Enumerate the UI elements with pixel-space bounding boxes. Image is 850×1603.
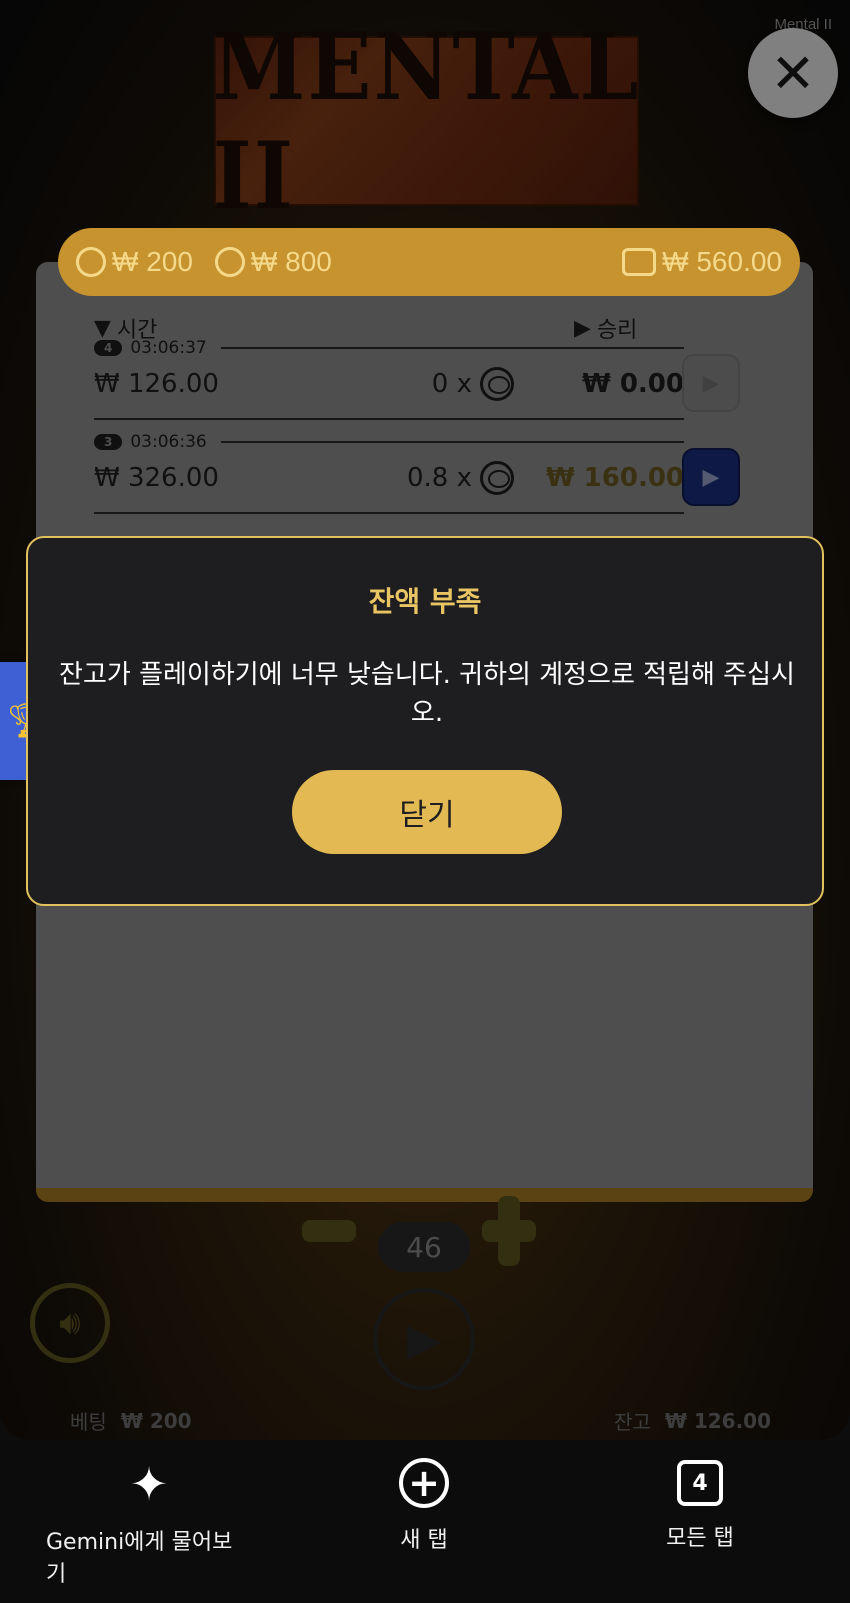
dialog-close-button[interactable]: 닫기 xyxy=(292,770,562,854)
bet-multiplier-group: 0.8 x xyxy=(394,461,514,495)
close-icon: ✕ xyxy=(770,41,816,105)
bet-value: ₩ 200 xyxy=(120,1408,192,1433)
sparkle-icon: ✦ xyxy=(129,1457,169,1511)
plus-circle-icon: + xyxy=(399,1458,449,1508)
play-icon: ▶ xyxy=(702,370,720,396)
new-tab-label: 새 탭 xyxy=(400,1528,448,1553)
round-badge: 4 xyxy=(94,340,123,356)
bet-multiplier: 0 x xyxy=(431,369,472,399)
replay-button[interactable]: ▶ xyxy=(682,354,740,412)
all-tabs-label: 모든 탭 xyxy=(666,1526,734,1551)
gemini-label: Gemini에게 물어보기 xyxy=(46,1530,233,1587)
tab-count-icon: 4 xyxy=(677,1460,723,1506)
balance-value: ₩ 126.00 xyxy=(664,1408,772,1433)
balance-info: 잔고 ₩ 126.00 xyxy=(614,1406,771,1435)
plus-icon xyxy=(498,1196,520,1266)
coin-icon xyxy=(480,461,514,495)
max-bet-group: ₩ 800 xyxy=(214,246,332,278)
play-button[interactable]: ▶ xyxy=(373,1288,475,1390)
dialog-title: 잔액 부족 xyxy=(368,585,482,618)
bet-win: ₩ 0.00 xyxy=(582,369,684,399)
sort-down-icon: ▼ xyxy=(94,315,111,341)
coin-icon xyxy=(480,367,514,401)
coin-icon xyxy=(76,247,106,277)
balance-group: ₩ 560.00 xyxy=(622,246,782,278)
min-bet-value: ₩ 200 xyxy=(112,246,193,277)
dialog-message: 잔고가 플레이하기에 너무 낮습니다. 귀하의 계정으로 적립해 주십시오. xyxy=(59,660,795,728)
insufficient-funds-dialog: 잔액 부족 잔고가 플레이하기에 너무 낮습니다. 귀하의 계정으로 적립해 주… xyxy=(26,536,824,906)
game-logo: MENTAL II xyxy=(213,12,639,230)
bet-win: ₩ 160.00 xyxy=(545,463,684,493)
wallet-icon xyxy=(622,248,657,276)
max-bet-value: ₩ 800 xyxy=(250,246,332,277)
bet-row: 4 03:06:37 ₩ 126.00 0 x ₩ 0.00 xyxy=(94,338,684,420)
bet-amount: ₩ 326.00 xyxy=(94,463,219,493)
sort-right-icon: ▶ xyxy=(574,315,591,341)
bet-row: 3 03:06:36 ₩ 326.00 0.8 x ₩ 160.00 xyxy=(94,432,684,514)
decrease-button[interactable] xyxy=(302,1220,356,1242)
browser-bottom-bar: ✦ Gemini에게 물어보기 + 새 탭 4 모든 탭 xyxy=(0,1440,850,1603)
stepper-value: 46 xyxy=(378,1222,470,1272)
min-bet-group: ₩ 200 xyxy=(76,246,193,278)
replay-button[interactable]: ▶ xyxy=(682,448,740,506)
logo-text: MENTAL II xyxy=(212,12,641,230)
speaker-icon: 🔊︎ xyxy=(59,1303,81,1343)
new-tab-button[interactable]: + 새 탭 xyxy=(374,1458,474,1554)
close-game-button[interactable]: ✕ xyxy=(748,28,838,118)
bet-multiplier: 0.8 x xyxy=(407,463,472,493)
bet-multiplier-group: 0 x xyxy=(394,367,514,401)
sound-toggle-button[interactable]: 🔊︎ xyxy=(30,1283,110,1363)
bet-time: 03:06:36 xyxy=(130,432,207,452)
play-icon: ▶ xyxy=(407,1313,441,1365)
all-tabs-button[interactable]: 4 모든 탭 xyxy=(650,1458,750,1552)
bet-time: 03:06:37 xyxy=(130,338,207,358)
gemini-button[interactable]: ✦ Gemini에게 물어보기 xyxy=(46,1458,252,1588)
info-balance-value: ₩ 560.00 xyxy=(662,246,782,277)
balance-label: 잔고 xyxy=(614,1410,651,1434)
coin-icon xyxy=(214,247,245,277)
play-icon: ▶ xyxy=(702,464,720,490)
bet-amount: ₩ 126.00 xyxy=(94,369,219,399)
bet-info: 베팅 ₩ 200 xyxy=(70,1406,192,1435)
bet-label: 베팅 xyxy=(70,1410,107,1434)
bet-limits-bar: ₩ 200 ₩ 800 ₩ 560.00 xyxy=(58,228,800,296)
round-badge: 3 xyxy=(94,434,123,450)
